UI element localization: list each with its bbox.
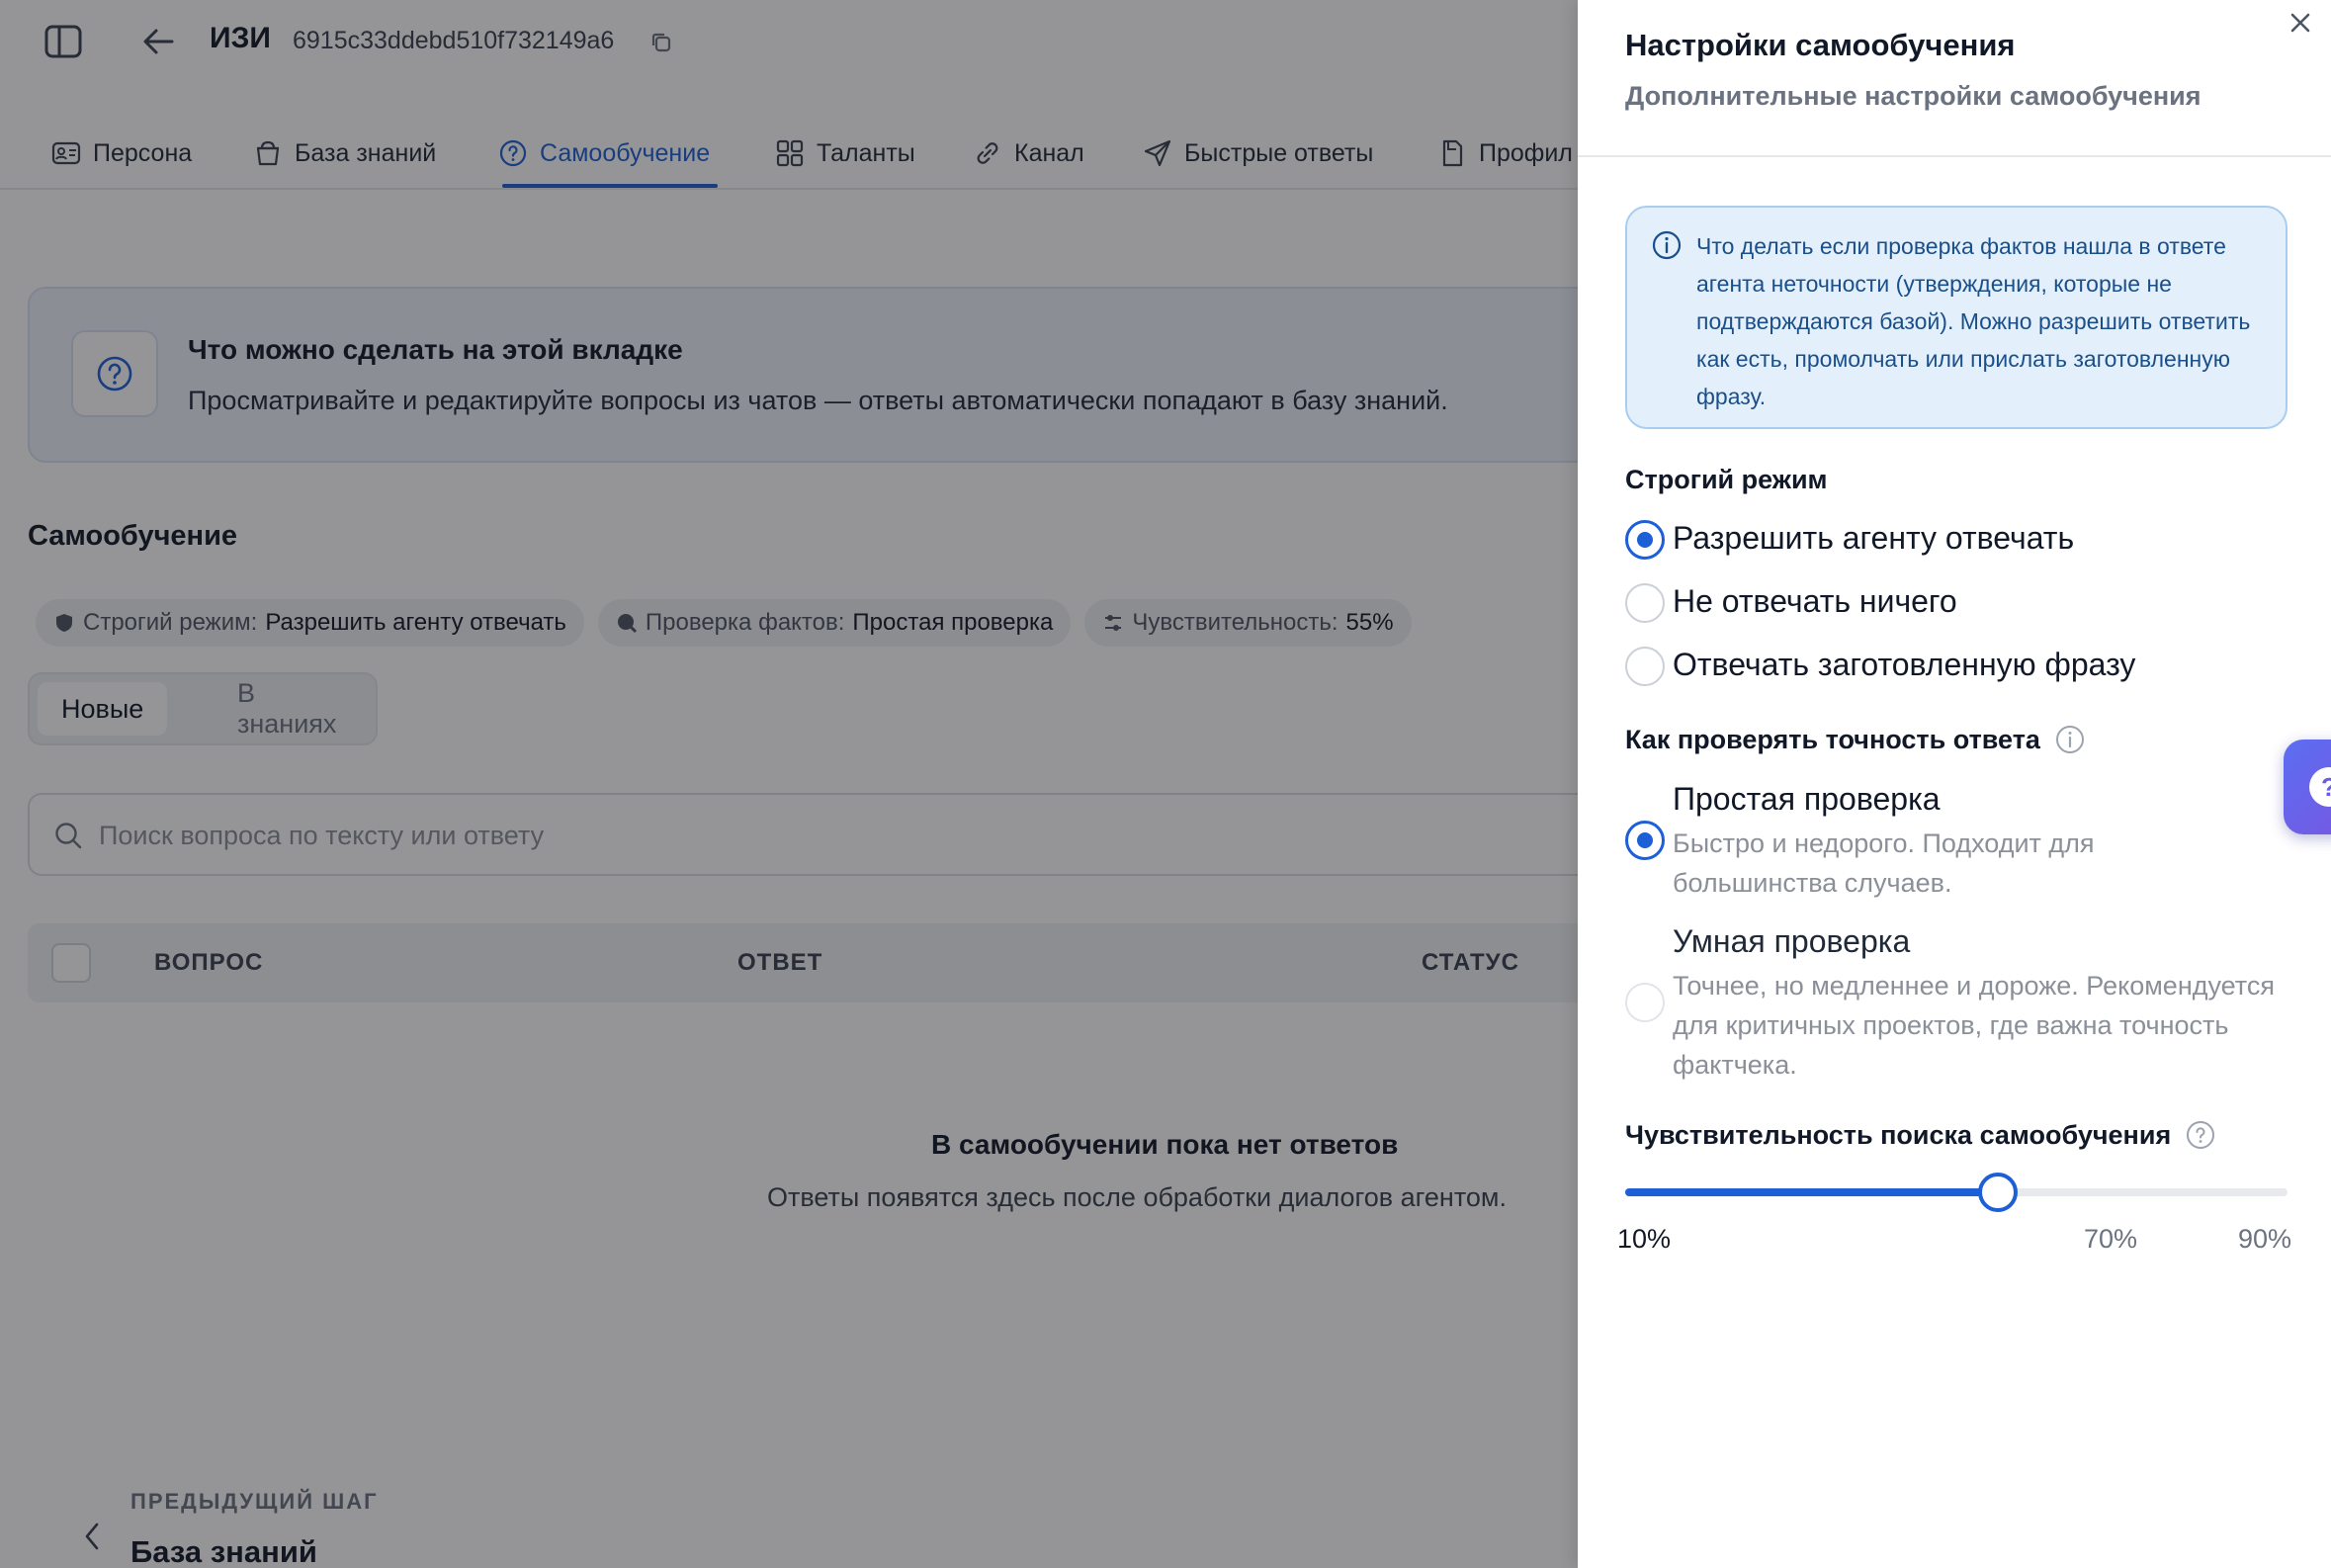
radio-label: Отвечать заготовленную фразу bbox=[1673, 647, 2136, 682]
strict-option-silent[interactable]: Не отвечать ничего bbox=[1625, 583, 1957, 623]
radio-content: Простая проверка Быстро и недорого. Подх… bbox=[1673, 781, 2187, 903]
check-option-smart[interactable]: Умная проверка Точнее, но медленнее и до… bbox=[1625, 923, 2288, 1085]
sensitivity-title-text: Чувствительность поиска самообучения bbox=[1625, 1119, 2172, 1150]
slider-fill bbox=[1625, 1188, 1998, 1196]
slider-handle[interactable] bbox=[1977, 1173, 2018, 1212]
help-icon[interactable] bbox=[2185, 1119, 2216, 1151]
drawer-subtitle: Дополнительные настройки самообучения bbox=[1625, 81, 2202, 111]
divider bbox=[1578, 155, 2331, 157]
radio-description: Быстро и недорого. Подходит для большинс… bbox=[1673, 828, 2095, 898]
info-icon bbox=[1652, 230, 1682, 260]
radio-unselected[interactable] bbox=[1625, 647, 1665, 686]
info-icon[interactable] bbox=[2054, 724, 2086, 755]
radio-label: Разрешить агенту отвечать bbox=[1673, 520, 2075, 556]
info-alert: Что делать если проверка фактов нашла в … bbox=[1625, 206, 2288, 429]
radio-content: Умная проверка Точнее, но медленнее и до… bbox=[1673, 923, 2288, 1085]
slider-min-label: 10% bbox=[1617, 1224, 1672, 1254]
radio-selected[interactable] bbox=[1625, 520, 1665, 560]
radio-title: Простая проверка bbox=[1673, 781, 1941, 817]
radio-description: Точнее, но медленнее и дороже. Рекоменду… bbox=[1673, 971, 2275, 1080]
radio-label: Не отвечать ничего bbox=[1673, 583, 1957, 619]
help-button[interactable]: ? bbox=[2284, 740, 2331, 834]
settings-drawer: Настройки самообучения Дополнительные на… bbox=[1578, 0, 2331, 1568]
radio-unselected[interactable] bbox=[1625, 983, 1665, 1022]
slider-mid-label: 70% bbox=[2084, 1224, 2138, 1254]
check-mode-title-text: Как проверять точность ответа bbox=[1625, 724, 2040, 754]
strict-mode-title-text: Строгий режим bbox=[1625, 465, 1828, 494]
slider-max-label: 90% bbox=[2238, 1224, 2292, 1254]
strict-mode-title: Строгий режим bbox=[1625, 465, 1828, 495]
sensitivity-slider[interactable] bbox=[1625, 1171, 2288, 1214]
check-option-simple[interactable]: Простая проверка Быстро и недорого. Подх… bbox=[1625, 781, 2187, 903]
close-icon[interactable] bbox=[2284, 6, 2317, 40]
radio-selected[interactable] bbox=[1625, 821, 1665, 860]
question-icon: ? bbox=[2309, 767, 2331, 807]
modal-backdrop[interactable] bbox=[0, 0, 1578, 1568]
radio-unselected[interactable] bbox=[1625, 583, 1665, 623]
drawer-title: Настройки самообучения bbox=[1625, 28, 2016, 62]
sensitivity-title: Чувствительность поиска самообучения bbox=[1625, 1119, 2216, 1151]
radio-title: Умная проверка bbox=[1673, 923, 1911, 959]
strict-option-phrase[interactable]: Отвечать заготовленную фразу bbox=[1625, 647, 2135, 686]
info-alert-text: Что делать если проверка фактов нашла в … bbox=[1696, 233, 2251, 409]
check-mode-title: Как проверять точность ответа bbox=[1625, 724, 2086, 755]
strict-option-allow[interactable]: Разрешить агенту отвечать bbox=[1625, 520, 2074, 560]
